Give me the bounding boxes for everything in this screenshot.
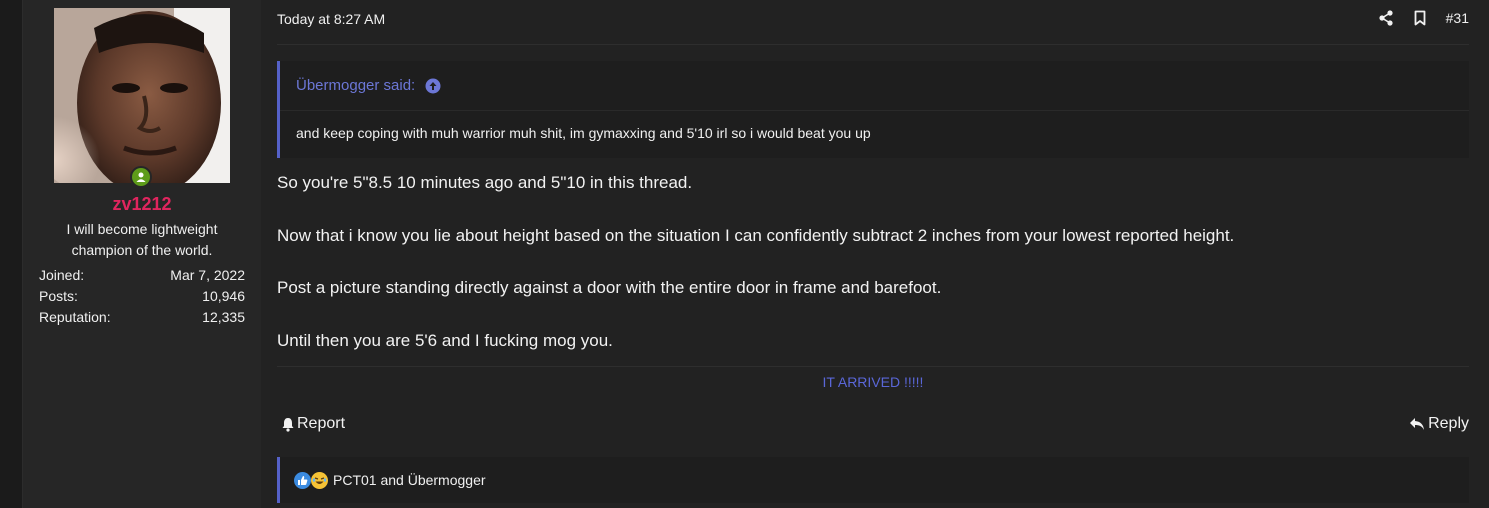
quote-text: and keep coping with muh warrior muh shi… (296, 125, 871, 141)
stat-joined: Joined: Mar 7, 2022 (39, 265, 245, 286)
arrow-up-circle-icon[interactable] (425, 78, 441, 94)
report-button[interactable]: Report (281, 415, 345, 433)
stat-reputation: Reputation: 12,335 (39, 307, 245, 328)
username[interactable]: zv1212 (23, 194, 261, 215)
report-label: Report (297, 415, 346, 432)
post-timestamp[interactable]: Today at 8:27 AM (277, 11, 385, 27)
bell-icon (281, 417, 295, 432)
message-paragraph: Until then you are 5'6 and I fucking mog… (277, 330, 613, 350)
message-paragraph: Post a picture standing directly against… (277, 278, 942, 297)
message-paragraph: So you're 5"8.5 10 minutes ago and 5"10 … (277, 173, 693, 192)
share-icon[interactable] (1378, 9, 1394, 27)
online-status-icon (130, 166, 152, 188)
avatar-image (54, 8, 230, 183)
reaction-icons (294, 471, 328, 489)
signature-divider (277, 366, 1469, 367)
stat-posts: Posts: 10,946 (39, 286, 245, 307)
quote-author[interactable]: Übermogger said: (296, 77, 415, 94)
user-sidebar: zv1212 I will become lightweight champio… (23, 0, 261, 508)
stat-value: Mar 7, 2022 (170, 267, 245, 283)
signature: IT ARRIVED !!!!! (822, 374, 924, 390)
quote-header: Übermogger said: (280, 61, 1469, 111)
reply-label: Reply (1428, 415, 1469, 432)
header-divider (277, 44, 1469, 45)
bookmark-icon[interactable] (1412, 9, 1428, 27)
stat-label: Reputation: (39, 309, 111, 325)
post-number[interactable]: #31 (1446, 10, 1469, 26)
like-icon (294, 471, 311, 489)
message-paragraph: Now that i know you lie about height bas… (277, 225, 1235, 245)
post-header-actions: #31 (1378, 9, 1469, 27)
user-stats: Joined: Mar 7, 2022 Posts: 10,946 Reputa… (39, 265, 245, 328)
stat-value: 12,335 (202, 309, 245, 325)
stat-label: Joined: (39, 267, 85, 283)
post-container: zv1212 I will become lightweight champio… (22, 0, 1489, 508)
reply-button[interactable]: Reply (1409, 415, 1469, 433)
stat-label: Posts: (39, 288, 78, 304)
user-title: I will become lightweight champion of th… (66, 221, 218, 258)
avatar[interactable] (54, 8, 230, 183)
laugh-icon (311, 471, 328, 489)
post-message: So you're 5"8.5 10 minutes ago and 5"10 … (277, 170, 1469, 380)
reply-icon (1409, 417, 1425, 431)
stat-value: 10,946 (202, 288, 245, 304)
reactions-bar[interactable]: PCT01 and Übermogger (277, 457, 1469, 503)
quote-block: Übermogger said: and keep coping with mu… (277, 61, 1469, 158)
reaction-users[interactable]: PCT01 and Übermogger (333, 472, 486, 488)
